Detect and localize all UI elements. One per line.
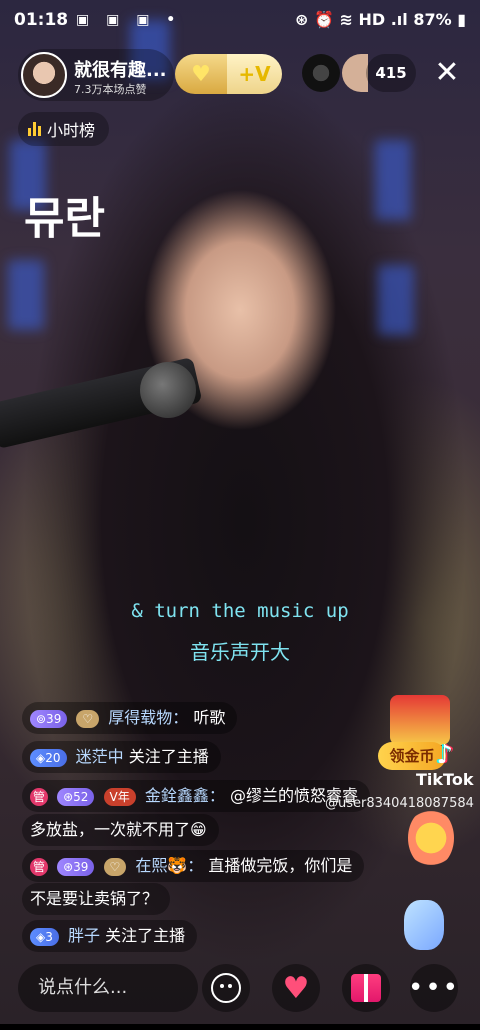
host-avatar[interactable] [21,52,67,98]
microphone-head [140,362,196,418]
level-badge: ◈3 [30,927,59,946]
chat-text: 关注了主播 [105,926,186,945]
status-time: 01:18 [14,10,69,30]
viewer-avatar[interactable] [302,54,340,92]
status-notification-icons: ▣ ▣ ▣ • [76,12,182,28]
chat-username[interactable]: 迷茫中 [76,747,124,766]
status-system-icons: ⊛ ⏰ ≋ HD .ıl 87% ▮ [295,10,466,29]
treasure-chest-icon [390,695,450,745]
watermark-username: @user8340418087584 [325,796,474,811]
emoji-button[interactable] [202,964,250,1012]
chat-text: 听歌 [193,708,226,727]
follow-plus-button[interactable]: +V [227,54,282,94]
chat-username[interactable]: 厚得载物： [108,708,188,727]
fan-badge: ♡ [76,709,100,728]
nav-bar [0,1024,480,1030]
host-name: 就很有趣... [74,60,167,81]
comment-input[interactable]: 说点什么... [18,964,198,1012]
more-button[interactable]: ••• [408,964,461,1012]
chat-message-continued: 不是要让卖锅了？ [22,883,171,915]
viewer-count[interactable]: 415 [366,54,416,92]
fan-badge: ♡ [103,857,127,876]
chat-message[interactable]: ◈20 迷茫中 关注了主播 [22,741,221,773]
chat-message[interactable]: 管 ⊛39 ♡ 在熙🐯： 直播做完饭，你们是 [22,850,365,882]
manager-badge: 管 [30,857,48,876]
level-badge: ◈20 [30,748,67,767]
chat-message-continued: 多放盐，一次就不用了😁 [22,814,219,846]
chat-username[interactable]: 金銓鑫鑫： [145,786,225,805]
stage-light [8,260,44,330]
chat-text: 关注了主播 [128,747,209,766]
like-button[interactable]: ♥ [272,964,320,1012]
stage-light [375,140,411,220]
host-info-card[interactable]: 就很有趣... 7.3万本场点赞 [18,49,174,101]
manager-badge: 管 [30,787,48,806]
hour-rank-button[interactable]: 小时榜 [18,112,110,146]
stage-light [378,265,414,335]
chat-username[interactable]: 胖子 [68,926,100,945]
lyric-english: & turn the music up [131,600,349,622]
vip-year-badge: V年 [103,787,136,806]
lyric-chinese: 音乐声开大 [190,640,290,664]
bottom-bar: 说点什么... ♥ ••• [0,960,480,1024]
close-icon[interactable]: ✕ [430,56,464,90]
chat-text: 直播做完饭，你们是 [208,856,353,875]
chat-text: 不是要让卖锅了？ [30,889,159,908]
level-badge: ⊛39 [57,857,95,876]
host-likes: 7.3万本场点赞 [74,83,147,96]
bar-chart-icon [28,122,41,136]
chat-message[interactable]: ⊚39 ♡ 厚得载物： 听歌 [22,702,238,734]
hour-rank-label: 小时榜 [47,121,96,140]
video-overlay-text: 뮤란 [24,193,105,244]
tiktok-watermark: ♪ TikTok [416,740,473,789]
tiktok-brand: TikTok [416,770,474,789]
more-icon: ••• [408,973,461,1003]
chat-message[interactable]: 管 ⊛52 V年 金銓鑫鑫： @缪兰的愤怒睿睿 [22,780,370,812]
chat-text: 多放盐，一次就不用了😁 [30,820,207,839]
gift-button[interactable] [342,964,390,1012]
level-badge: ⊚39 [30,709,68,728]
sticker-decoration[interactable] [408,808,454,868]
chat-username[interactable]: 在熙🐯： [135,856,203,875]
gold-heart-icon[interactable]: ♥ [175,54,227,94]
heart-icon: ♥ [282,970,310,1006]
smiley-icon [211,973,241,1003]
tiktok-logo-icon: ♪ [436,740,454,770]
chat-message[interactable]: ◈3 胖子 关注了主播 [22,920,198,952]
sticker-decoration[interactable] [404,900,444,950]
level-badge: ⊛52 [57,787,95,806]
gift-icon [351,974,381,1002]
status-bar: 01:18 ▣ ▣ ▣ • ⊛ ⏰ ≋ HD .ıl 87% ▮ [0,0,480,40]
